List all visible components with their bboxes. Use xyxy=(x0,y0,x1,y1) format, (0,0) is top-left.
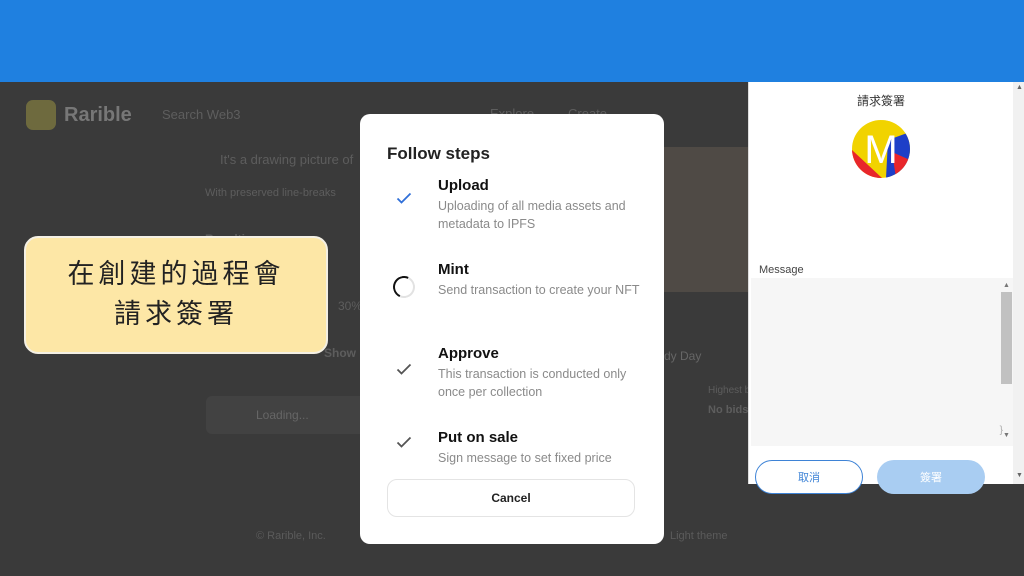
step-title: Upload xyxy=(438,177,489,194)
browser-top-band xyxy=(0,0,1024,82)
step-title: Put on sale xyxy=(438,429,519,446)
nft-preview-image xyxy=(662,147,752,292)
scrollbar-thumb[interactable] xyxy=(1001,292,1012,384)
step-title: Mint xyxy=(438,261,469,278)
rarible-logo-icon xyxy=(26,100,56,130)
popup-scrollbar[interactable]: ▲ ▼ xyxy=(1013,82,1024,484)
wallet-cancel-button[interactable]: 取消 xyxy=(755,460,863,494)
wallet-signature-popup: 請求簽署 M Message } ▲ ▼ ▲ ▼ 取消 簽署 xyxy=(748,82,1024,494)
scroll-up-icon[interactable]: ▲ xyxy=(1003,282,1010,289)
step-description: Sign message to set fixed price xyxy=(438,451,612,465)
step-approve: Approve This transaction is conducted on… xyxy=(387,345,637,405)
message-label: Message xyxy=(759,264,804,276)
theme-selector: Light theme xyxy=(670,530,728,542)
line-break-note: With preserved line-breaks xyxy=(205,187,336,199)
check-icon xyxy=(393,358,415,380)
royalty-percent: 30% xyxy=(338,299,363,313)
step-description: This transaction is conducted only once … xyxy=(438,367,627,399)
copyright: © Rarible, Inc. xyxy=(256,530,326,542)
item-name: dy Day xyxy=(664,349,702,363)
check-icon xyxy=(393,431,415,453)
scroll-up-icon[interactable]: ▲ xyxy=(1016,84,1023,91)
follow-steps-modal: Follow steps Upload Uploading of all med… xyxy=(360,114,664,544)
step-description: Uploading of all media assets and metada… xyxy=(438,199,626,231)
scroll-down-icon[interactable]: ▼ xyxy=(1016,472,1023,479)
step-description: Send transaction to create your NFT xyxy=(438,283,640,297)
message-textarea[interactable]: } xyxy=(751,278,1013,446)
item-description: It's a drawing picture of xyxy=(220,152,354,167)
logo-text: Rarible xyxy=(64,104,132,126)
message-scrollbar[interactable]: ▲ ▼ xyxy=(1001,280,1012,444)
callout-line-1: 在創建的過程會 xyxy=(67,259,285,290)
signature-request-title: 請求簽署 xyxy=(856,94,905,108)
modal-title: Follow steps xyxy=(387,144,490,163)
loading-button: Loading... xyxy=(206,396,366,434)
step-upload: Upload Uploading of all media assets and… xyxy=(387,177,637,237)
wallet-sign-button[interactable]: 簽署 xyxy=(877,460,985,494)
metamask-avatar-icon: M xyxy=(852,120,910,178)
scroll-down-icon[interactable]: ▼ xyxy=(1003,432,1010,439)
annotation-callout: 在創建的過程會 請求簽署 xyxy=(24,236,328,354)
no-bids-value: No bids xyxy=(708,404,749,416)
step-title: Approve xyxy=(438,345,499,362)
spinner-icon xyxy=(389,272,419,302)
callout-line-2: 請求簽署 xyxy=(114,299,238,330)
cancel-button[interactable]: Cancel xyxy=(387,479,635,517)
step-put-on-sale: Put on sale Sign message to set fixed pr… xyxy=(387,429,637,473)
step-mint: Mint Send transaction to create your NFT xyxy=(387,261,639,321)
check-icon xyxy=(393,187,415,209)
svg-text:M: M xyxy=(864,128,897,172)
search-placeholder: Search Web3 xyxy=(162,107,241,122)
